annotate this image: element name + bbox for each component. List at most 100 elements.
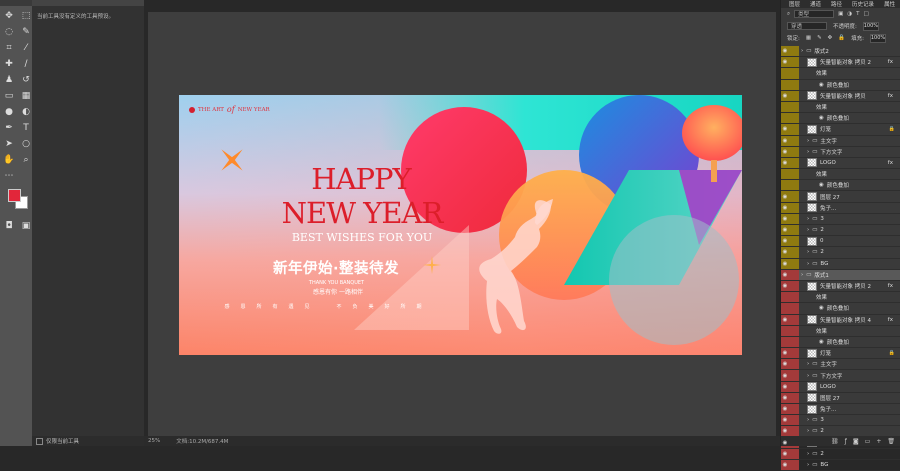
fx-icon[interactable]: fx (888, 93, 893, 99)
fx-icon[interactable]: fx (888, 317, 893, 323)
ellipse-tool-icon[interactable]: ○ (19, 137, 33, 150)
visibility-eye-icon[interactable] (781, 180, 789, 190)
visibility-eye-icon[interactable]: ◉ (781, 236, 789, 246)
visibility-eye-icon[interactable]: ◉ (781, 393, 789, 403)
visibility-eye-icon[interactable]: ◉ (781, 426, 789, 436)
layer-row[interactable]: ◉ › ▭ 下方文字 (781, 146, 900, 158)
panel-tab[interactable]: 图层 (789, 0, 800, 8)
visibility-eye-icon[interactable]: ◉ (781, 147, 789, 157)
filter-shape-icon[interactable]: □ (863, 11, 868, 17)
layer-row[interactable]: ◉ 图层 27 (781, 191, 900, 203)
eyedropper-tool-icon[interactable]: ⁄ (19, 41, 33, 54)
layer-row[interactable]: ◉ 颜色叠加 (781, 180, 900, 192)
link-layers-icon[interactable]: ⛓ (831, 438, 839, 445)
visibility-eye-icon[interactable] (781, 169, 789, 179)
more-tools-icon[interactable]: ⋯ (2, 169, 16, 182)
dodge-tool-icon[interactable]: ◐ (19, 105, 33, 118)
visibility-eye-icon[interactable]: ◉ (781, 438, 789, 448)
visibility-eye-icon[interactable]: ◉ (781, 348, 789, 358)
layer-row[interactable]: ◉ 灯笼 🔒 (781, 348, 900, 360)
effect-eye-icon[interactable]: ◉ (819, 305, 824, 311)
group-expand-chevron-icon[interactable]: › (807, 138, 809, 144)
visibility-eye-icon[interactable]: ◉ (781, 259, 789, 269)
new-group-icon[interactable]: ▭ (865, 438, 871, 445)
visibility-eye-icon[interactable] (781, 303, 789, 313)
layer-row[interactable]: ◉ 图层 27 (781, 392, 900, 404)
filter-image-icon[interactable]: ▣ (838, 11, 843, 17)
visibility-eye-icon[interactable]: ◉ (781, 214, 789, 224)
panel-tab[interactable]: 属性 (884, 0, 895, 8)
layer-row[interactable]: ◉ 灯笼 🔒 (781, 124, 900, 136)
layer-row[interactable]: ◉ LOGO fx (781, 157, 900, 170)
clone-stamp-tool-icon[interactable]: ♟ (2, 73, 16, 86)
effect-eye-icon[interactable]: ◉ (819, 115, 824, 121)
blend-mode-select[interactable]: 穿透 (787, 22, 827, 30)
foreground-color-swatch[interactable] (8, 189, 21, 202)
lock-paint-icon[interactable]: ✎ (817, 35, 822, 41)
quick-select-tool-icon[interactable]: ✎ (19, 25, 33, 38)
quick-mask-icon[interactable]: ◘ (2, 219, 16, 232)
layer-filter-select[interactable]: 类型 (794, 10, 835, 18)
fx-icon[interactable]: fx (888, 283, 893, 289)
artboard-canvas[interactable]: THE ART of NEW YEAR HAPPY NEW YEAR BEST … (179, 95, 742, 355)
blur-tool-icon[interactable]: ● (2, 105, 16, 118)
fx-icon[interactable]: fx (888, 160, 893, 166)
visibility-eye-icon[interactable]: ◉ (781, 57, 789, 67)
lasso-tool-icon[interactable]: ◌ (2, 25, 16, 38)
visibility-eye-icon[interactable]: ◉ (781, 382, 789, 392)
group-expand-chevron-icon[interactable]: › (807, 149, 809, 155)
layer-row[interactable]: ◉ › ▭ BG (781, 258, 900, 270)
layer-row[interactable]: ◉ › ▭ BG (781, 459, 900, 471)
group-expand-chevron-icon[interactable]: › (807, 417, 809, 423)
group-expand-chevron-icon[interactable]: › (807, 227, 809, 233)
type-tool-icon[interactable]: T (19, 121, 33, 134)
group-expand-chevron-icon[interactable]: › (807, 373, 809, 379)
history-brush-tool-icon[interactable]: ↺ (19, 73, 33, 86)
filter-type-icon[interactable]: T (856, 11, 859, 17)
visibility-eye-icon[interactable]: ◉ (781, 225, 789, 235)
group-expand-chevron-icon[interactable]: › (807, 249, 809, 255)
visibility-eye-icon[interactable]: ◉ (781, 370, 789, 380)
layer-row[interactable]: ◉ 兔子... (781, 404, 900, 416)
delete-layer-icon[interactable]: 🗑 (887, 438, 895, 445)
layer-row[interactable]: ◉ 兔子... (781, 202, 900, 214)
visibility-eye-icon[interactable]: ◉ (781, 158, 789, 168)
layer-row[interactable]: ◉ › ▭ 2 (781, 448, 900, 460)
opacity-field[interactable]: 100% (862, 21, 879, 31)
visibility-eye-icon[interactable] (781, 113, 789, 123)
visibility-eye-icon[interactable] (781, 68, 789, 78)
layer-row[interactable]: ◉ › ▭ 2 (781, 247, 900, 259)
screen-mode-icon[interactable]: ▣ (19, 219, 33, 232)
crop-tool-icon[interactable]: ⌗ (2, 41, 16, 54)
gradient-tool-icon[interactable]: ▦ (19, 89, 33, 102)
visibility-eye-icon[interactable]: ◉ (781, 247, 789, 257)
visibility-eye-icon[interactable]: ◉ (781, 449, 789, 459)
layer-row[interactable]: ◉ 颜色叠加 (781, 336, 900, 349)
visibility-eye-icon[interactable]: ◉ (781, 91, 789, 101)
hand-tool-icon[interactable]: ✋ (2, 153, 16, 166)
visibility-eye-icon[interactable] (781, 292, 789, 302)
healing-brush-tool-icon[interactable]: ✚ (2, 57, 16, 70)
effect-eye-icon[interactable]: ◉ (819, 82, 824, 88)
group-expand-chevron-icon[interactable]: › (807, 216, 809, 222)
add-mask-icon[interactable]: ◙ (853, 438, 859, 445)
layer-style-icon[interactable]: ƒ (845, 438, 847, 445)
visibility-eye-icon[interactable] (781, 102, 789, 112)
visibility-eye-icon[interactable]: ◉ (781, 415, 789, 425)
group-expand-chevron-icon[interactable]: › (801, 48, 803, 54)
panel-tab[interactable]: 历史记录 (852, 0, 874, 8)
panel-tab[interactable]: 路径 (831, 0, 842, 8)
layer-row[interactable]: 效果 (781, 101, 900, 114)
fx-icon[interactable]: fx (888, 59, 893, 65)
visibility-eye-icon[interactable]: ◉ (781, 203, 789, 213)
layer-row[interactable]: 效果 (781, 68, 900, 80)
layer-row[interactable]: ◉0 (781, 236, 900, 248)
visibility-eye-icon[interactable]: ◉ (781, 136, 789, 146)
layer-row[interactable]: ◉ 矢量智能对象 拷贝 2 fx (781, 57, 900, 69)
layer-row[interactable]: ◉ 颜色叠加 (781, 113, 900, 125)
group-expand-chevron-icon[interactable]: › (807, 361, 809, 367)
move-tool-icon[interactable]: ✥ (2, 9, 16, 22)
fill-field[interactable]: 100% (870, 33, 886, 43)
visibility-eye-icon[interactable]: ◉ (781, 315, 789, 325)
panel-tab[interactable]: 通道 (810, 0, 821, 8)
